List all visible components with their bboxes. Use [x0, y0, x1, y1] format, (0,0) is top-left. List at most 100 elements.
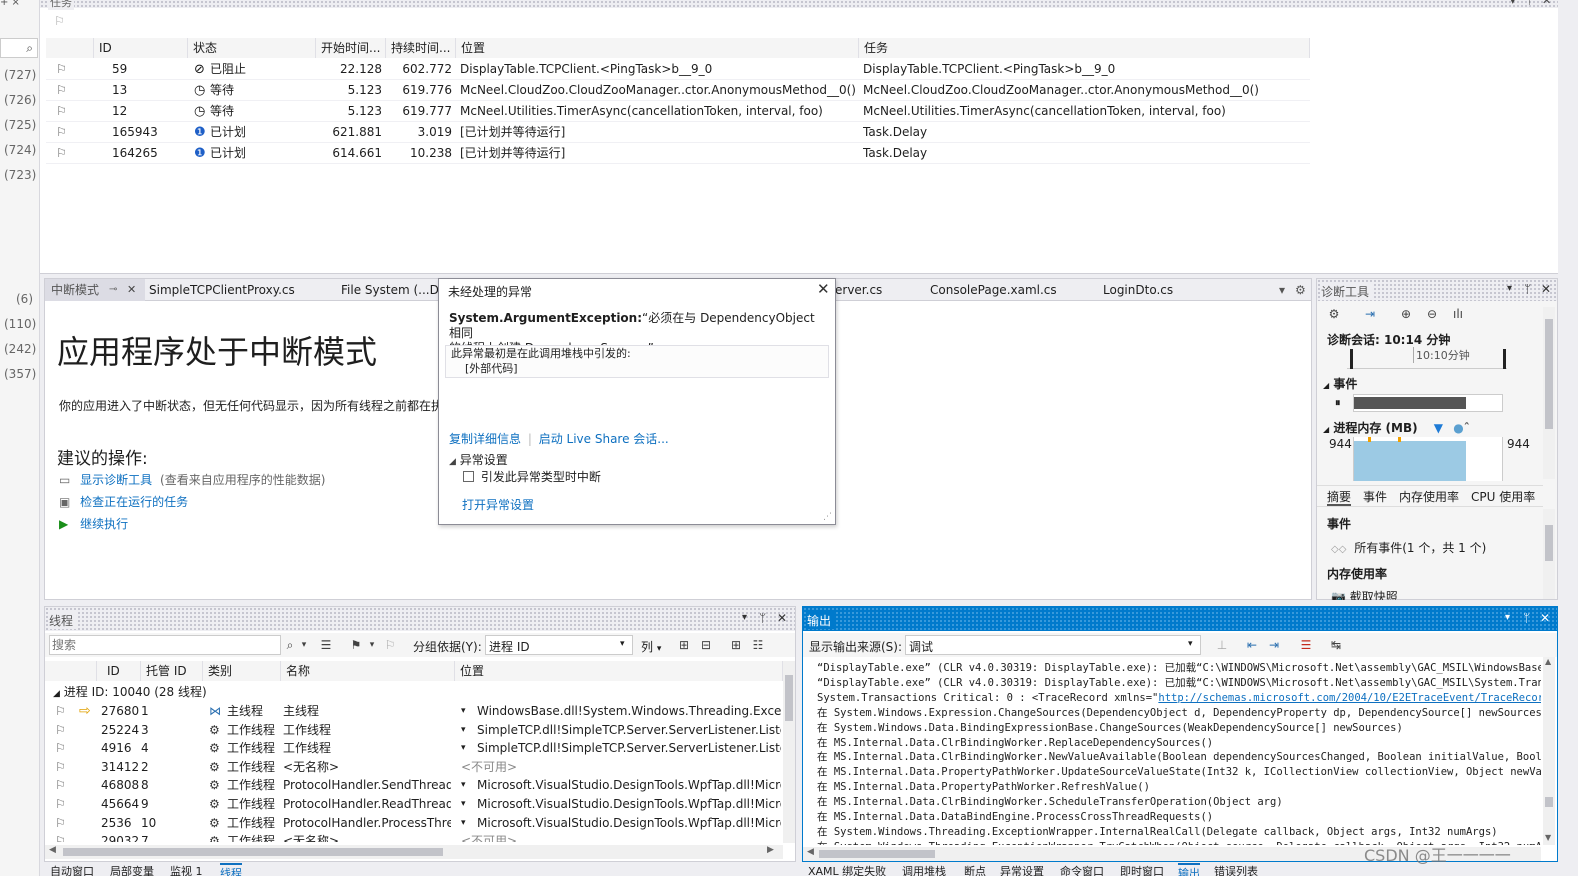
tasks-col-id[interactable]: ID: [94, 38, 188, 58]
pin-icon[interactable]: ᛘ: [1524, 282, 1531, 296]
previous-message-icon[interactable]: ⇤: [1243, 636, 1261, 654]
scroll-thumb[interactable]: [1545, 319, 1553, 429]
expand-all-icon[interactable]: ⊞: [675, 636, 693, 654]
tab-break-mode[interactable]: 中断模式 ⊸ ✕: [45, 279, 145, 301]
timeline-marker[interactable]: [1350, 349, 1353, 369]
tab-locals[interactable]: 局部变量: [110, 863, 154, 876]
diagnostics-lower-scrollbar[interactable]: [1543, 509, 1555, 599]
flag-icon[interactable]: ⚐: [55, 702, 71, 721]
break-on-exception-option[interactable]: 引发此异常类型时中断: [463, 468, 601, 485]
dropdown-icon[interactable]: ▾: [295, 636, 313, 654]
close-icon[interactable]: ✕: [777, 611, 787, 625]
collapse-triangle-icon[interactable]: ◢: [1323, 381, 1329, 390]
next-message-icon[interactable]: ⇥: [1265, 636, 1283, 654]
tasks-col-status[interactable]: 状态: [188, 38, 316, 58]
find-message-icon[interactable]: ⊥: [1213, 636, 1231, 654]
dropdown-icon[interactable]: ▾: [1507, 283, 1512, 294]
thread-row[interactable]: ⚐ ⇨ 27680 1 ⋈ 主线程 主线程 ▾ WindowsBase.dll!System.W…: [45, 702, 783, 721]
chevron-down-icon[interactable]: ▾: [461, 702, 473, 721]
tab-server[interactable]: erver.cs: [835, 279, 882, 301]
scroll-up-icon[interactable]: ▲: [1545, 657, 1551, 666]
thread-row[interactable]: ⚐ 25224 3 ⚙ 工作线程 工作线程 ▾ SimpleTCP.dll!SimpleTCP…: [45, 721, 783, 740]
flag-icon[interactable]: ⚐: [56, 101, 76, 122]
pin-icon[interactable]: ▾: [1510, 0, 1516, 7]
scroll-left-icon[interactable]: ◀: [807, 847, 814, 857]
output-vscrollbar[interactable]: ▲ ▼: [1543, 657, 1555, 845]
threads-hscrollbar[interactable]: ◀ ▶: [45, 845, 783, 859]
tab-error-list[interactable]: 错误列表: [1214, 863, 1258, 876]
flag-icon[interactable]: ⚐: [55, 795, 71, 814]
tab-overflow-icon[interactable]: ▾: [1279, 279, 1285, 301]
thread-row[interactable]: ⚐ 2536 10 ⚙ 工作线程 ProtocolHandler.ProcessThrea…: [45, 814, 783, 833]
columns-menu[interactable]: 列 ▾: [641, 638, 661, 655]
open-exception-settings-link[interactable]: 打开异常设置: [462, 496, 534, 513]
flag-icon[interactable]: ⚐: [55, 832, 71, 842]
collapse-all-icon[interactable]: ⊟: [697, 636, 715, 654]
break-checkbox[interactable]: [463, 471, 474, 482]
tab-events[interactable]: 事件: [1363, 486, 1387, 508]
scroll-left-icon[interactable]: ◀: [49, 845, 56, 855]
action-show-diagnostics[interactable]: ▭ 显示诊断工具 (查看来自应用程序的性能数据): [59, 471, 325, 488]
expand-callstack-icon[interactable]: ⊞: [727, 636, 745, 654]
thread-row[interactable]: ⚐ 31412 2 ⚙ 工作线程 <无名称> <不可用>: [45, 758, 783, 777]
thread-row[interactable]: ⚐ 46808 8 ⚙ 工作线程 ProtocolHandler.SendThread ▾ M…: [45, 776, 783, 795]
action-check-tasks[interactable]: ▣ 检查正在运行的任务: [59, 493, 188, 510]
flag-icon[interactable]: ⚐: [56, 143, 76, 164]
close-icon[interactable]: ✕: [1541, 282, 1551, 296]
clear-all-icon[interactable]: ☰: [1297, 636, 1315, 654]
threads-col-name[interactable]: 名称: [281, 661, 455, 681]
chevron-down-icon[interactable]: ▾: [461, 776, 473, 795]
dropdown-icon[interactable]: ▾: [1505, 612, 1510, 623]
pause-icon[interactable]: ⏸: [1335, 396, 1341, 410]
diagnostics-scrollbar[interactable]: [1543, 307, 1555, 479]
tab-summary[interactable]: 摘要: [1327, 486, 1352, 506]
timeline-marker[interactable]: [1503, 349, 1506, 369]
tab-cpu-usage[interactable]: CPU 使用率: [1471, 486, 1535, 508]
flag-filter-icon[interactable]: ⚐: [381, 636, 399, 654]
group-by-select[interactable]: 进程 ID ▾: [485, 635, 633, 655]
flag-icon[interactable]: ⚐: [55, 721, 71, 740]
flag-icon[interactable]: ⚐: [55, 739, 71, 758]
copy-details-link[interactable]: 复制详细信息: [449, 432, 521, 446]
tasks-col-start[interactable]: 开始时间...: [316, 38, 386, 58]
collapse-triangle-icon[interactable]: ◢: [1323, 425, 1329, 434]
scroll-thumb[interactable]: [63, 848, 443, 856]
close-icon[interactable]: ✕: [817, 280, 830, 298]
tab-exception-settings[interactable]: 异常设置: [1000, 863, 1044, 876]
tab-breakpoints[interactable]: 断点: [964, 863, 986, 876]
close-icon[interactable]: ✕: [1542, 0, 1551, 7]
list-view-icon[interactable]: ☰: [317, 636, 335, 654]
task-row[interactable]: ⚐ 164265 ❶ 已计划 614.661 10.238 [已计划并等待运行] Task.D…: [46, 143, 1310, 164]
threads-col-flag[interactable]: [45, 661, 97, 681]
memory-section-heading[interactable]: ◢ 进程内存 (MB) ▼ ●ˆ: [1323, 419, 1470, 436]
pin-icon[interactable]: ᛘ: [1526, 0, 1533, 7]
flag-icon[interactable]: ⚐: [55, 814, 71, 833]
tab-file-system[interactable]: File System (...Dis: [341, 279, 448, 301]
threads-search-input[interactable]: [49, 635, 281, 655]
output-text[interactable]: “DisplayTable.exe” (CLR v4.0.30319: Disp…: [803, 657, 1541, 845]
gear-icon[interactable]: ⚙: [1325, 305, 1343, 323]
export-icon[interactable]: ⇥: [1361, 305, 1379, 323]
thread-row[interactable]: ⚐ 45664 9 ⚙ 工作线程 ProtocolHandler.ReadThread ▾ M…: [45, 795, 783, 814]
action-continue[interactable]: ▶ 继续执行: [59, 515, 128, 532]
close-icon[interactable]: ✕: [127, 279, 136, 301]
flag-icon[interactable]: ⚐: [56, 122, 76, 143]
flag-icon[interactable]: ⚐: [54, 14, 65, 28]
take-snapshot-button[interactable]: 📷 截取快照: [1331, 588, 1398, 600]
pin-icon[interactable]: ᛘ: [1523, 611, 1530, 625]
threads-vscrollbar[interactable]: [783, 661, 795, 843]
flag-icon[interactable]: ⚐: [56, 80, 76, 101]
pin-icon[interactable]: ᛘ: [759, 611, 766, 625]
task-row[interactable]: ⚐ 13 ◷ 等待 5.123 619.776 McNeel.CloudZoo.CloudZ…: [46, 80, 1310, 101]
chevron-down-icon[interactable]: ▾: [461, 795, 473, 814]
zoom-out-icon[interactable]: ⊖: [1423, 305, 1441, 323]
tasks-col-flag[interactable]: [46, 38, 94, 58]
trace-record-link[interactable]: http://schemas.microsoft.com/2004/10/E2E…: [1158, 692, 1541, 704]
gear-icon[interactable]: ⚙: [1295, 279, 1306, 301]
threads-col-location[interactable]: 位置: [455, 661, 783, 681]
word-wrap-icon[interactable]: ↹: [1327, 636, 1345, 654]
scroll-thumb[interactable]: [819, 850, 935, 858]
resize-grip-icon[interactable]: ⋰: [823, 512, 832, 522]
tab-watch[interactable]: 监视 1: [170, 863, 203, 876]
events-section-heading[interactable]: ◢ 事件: [1323, 375, 1357, 392]
